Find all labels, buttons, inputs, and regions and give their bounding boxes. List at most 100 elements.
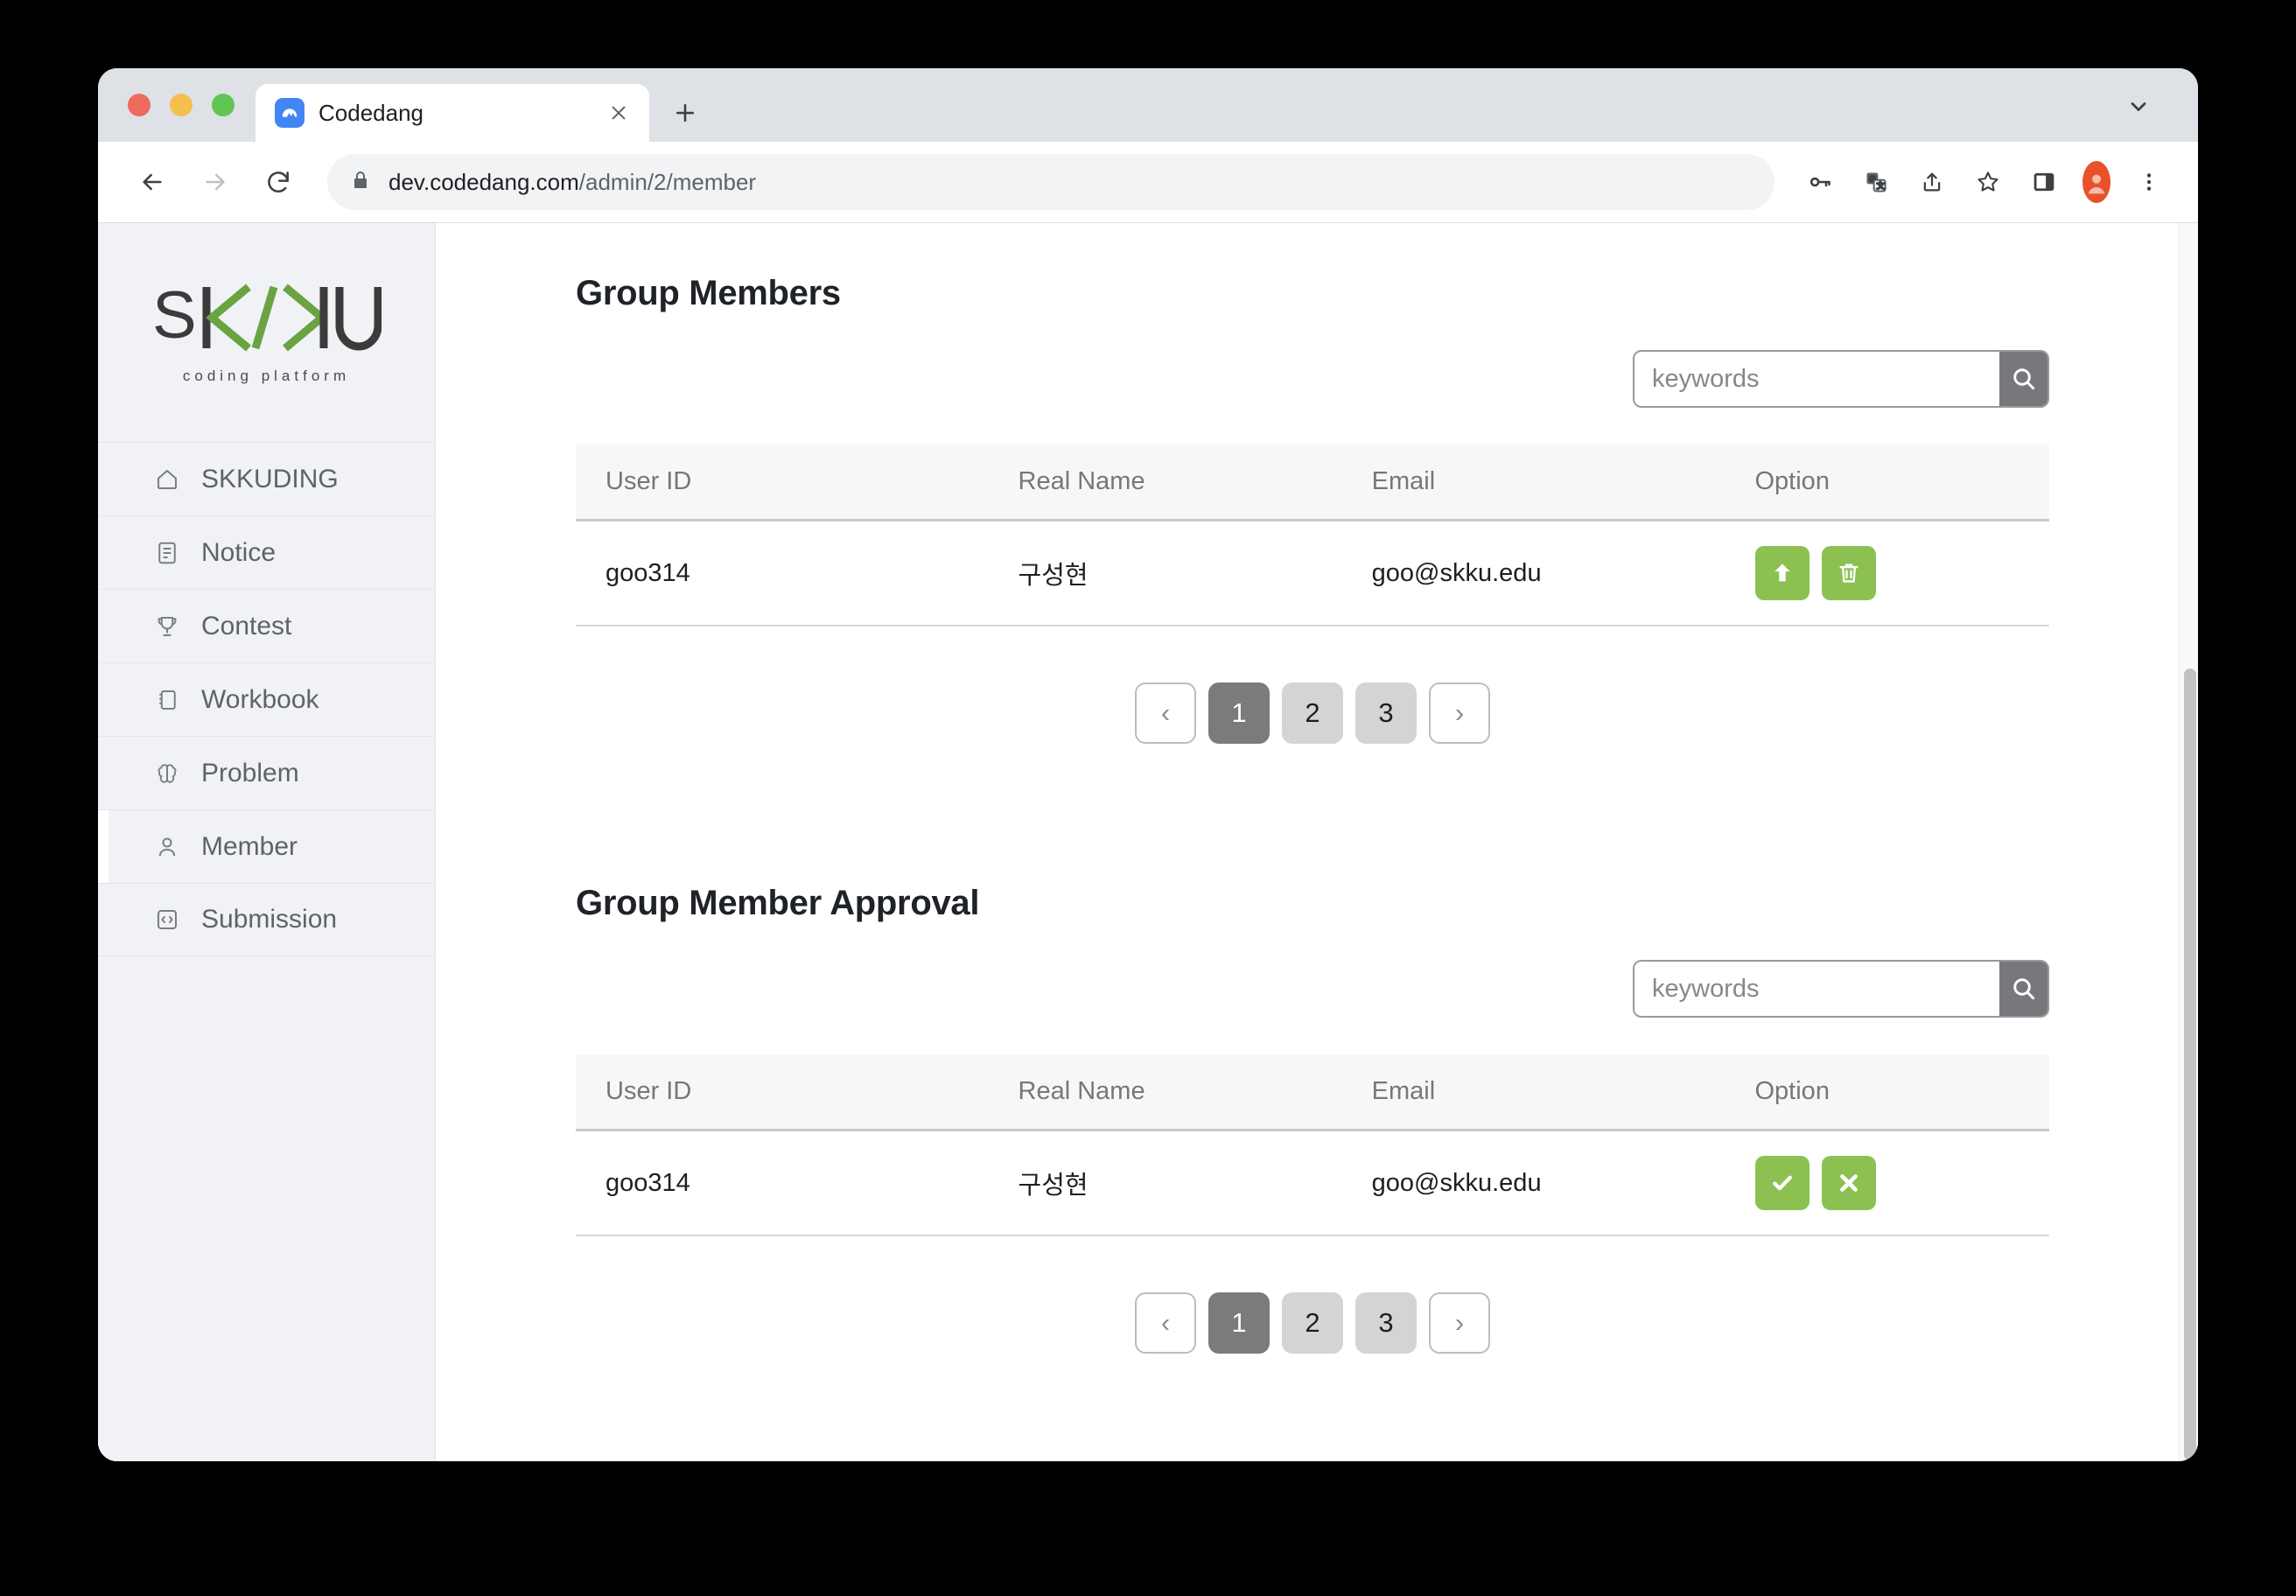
tab-title: Codedang xyxy=(318,99,424,126)
url-path: /admin/2/member xyxy=(578,168,757,195)
search-input[interactable] xyxy=(1634,352,1999,406)
logo-mark-icon: S xyxy=(152,280,382,353)
column-header-option: Option xyxy=(1725,1054,2049,1131)
promote-button[interactable] xyxy=(1754,546,1810,600)
side-panel-icon[interactable] xyxy=(2020,158,2068,206)
person-icon xyxy=(152,832,182,862)
cell-user-id: goo314 xyxy=(576,520,989,626)
column-header-option: Option xyxy=(1725,444,2049,522)
codedang-favicon-icon xyxy=(275,98,304,128)
column-header-user-id: User ID xyxy=(576,1054,989,1131)
sidebar-item-label: Member xyxy=(201,831,298,861)
logo-subtitle: coding platform xyxy=(182,368,351,384)
approval-search-button[interactable] xyxy=(1999,962,2048,1016)
scrollbar-thumb[interactable] xyxy=(2184,668,2196,1461)
pagination-page-3[interactable]: 3 xyxy=(1355,682,1417,744)
search-button[interactable] xyxy=(1999,352,2048,406)
pagination-next-button[interactable]: › xyxy=(1429,1292,1490,1354)
sidebar-item-notice[interactable]: Notice xyxy=(98,515,435,589)
sidebar-item-label: Problem xyxy=(201,758,299,788)
minimize-window-button[interactable] xyxy=(170,94,192,116)
option-buttons xyxy=(1754,1156,2050,1210)
home-icon xyxy=(152,465,182,494)
window-controls xyxy=(98,68,256,142)
search-box xyxy=(1633,350,2049,408)
share-icon[interactable] xyxy=(1908,158,1956,206)
sidebar-item-member[interactable]: Member xyxy=(98,809,435,883)
url-text: dev.codedang.com/admin/2/member xyxy=(388,169,756,196)
group-members-table: User ID Real Name Email Option goo314 구성… xyxy=(576,444,2049,626)
url-input[interactable]: dev.codedang.com/admin/2/member xyxy=(327,154,1774,210)
book-icon xyxy=(152,685,182,715)
table-header-row: User ID Real Name Email Option xyxy=(576,1054,2049,1131)
page-body: S coding platform SKKUDING Notice Contes… xyxy=(98,222,2198,1461)
document-icon xyxy=(152,538,182,568)
sidebar-item-label: Submission xyxy=(201,905,338,934)
approve-button[interactable] xyxy=(1754,1156,1810,1210)
forward-button[interactable] xyxy=(187,154,243,210)
pagination-page-3[interactable]: 3 xyxy=(1355,1292,1417,1354)
tab-strip: Codedang xyxy=(98,68,2198,142)
sidebar: S coding platform SKKUDING Notice Contes… xyxy=(98,223,436,1461)
bookmark-star-icon[interactable] xyxy=(1964,158,2012,206)
sidebar-nav: SKKUDING Notice Contest Workbook Problem… xyxy=(98,442,435,956)
reject-button[interactable] xyxy=(1821,1156,1876,1210)
close-tab-button[interactable] xyxy=(604,98,634,128)
brain-icon xyxy=(152,759,182,788)
cell-email: goo@skku.edu xyxy=(1341,1130,1726,1236)
sidebar-item-workbook[interactable]: Workbook xyxy=(98,662,435,736)
group-members-section: Group Members User ID xyxy=(436,274,2198,744)
tab-list-chevron-down-icon[interactable] xyxy=(2119,88,2158,126)
cell-option xyxy=(1725,1130,2050,1236)
address-bar-row: dev.codedang.com/admin/2/member G 文 xyxy=(98,142,2198,222)
pagination-page-1[interactable]: 1 xyxy=(1208,1292,1270,1354)
page-title: Group Members xyxy=(576,274,841,312)
pagination-next-button[interactable]: › xyxy=(1429,682,1490,744)
vertical-scrollbar[interactable] xyxy=(2179,223,2198,1461)
chrome-menu-icon[interactable] xyxy=(2124,158,2174,206)
new-tab-button[interactable] xyxy=(660,88,710,138)
delete-button[interactable] xyxy=(1821,546,1876,600)
column-header-user-id: User ID xyxy=(576,444,989,522)
approval-pagination: ‹ 1 2 3 › xyxy=(576,1292,2049,1354)
column-header-real-name: Real Name xyxy=(988,444,1342,522)
pagination-page-1[interactable]: 1 xyxy=(1208,682,1270,744)
pagination-prev-button[interactable]: ‹ xyxy=(1135,1292,1196,1354)
reload-button[interactable] xyxy=(250,154,306,210)
sidebar-item-submission[interactable]: Submission xyxy=(98,883,435,956)
profile-avatar[interactable] xyxy=(2076,161,2118,203)
svg-text:文: 文 xyxy=(1877,181,1885,191)
key-icon[interactable] xyxy=(1796,158,1844,206)
close-window-button[interactable] xyxy=(128,94,150,116)
table-row: goo314 구성현 goo@skku.edu xyxy=(576,1130,2049,1236)
cell-option xyxy=(1725,520,2049,626)
pagination-page-2[interactable]: 2 xyxy=(1282,682,1343,744)
approval-title: Group Member Approval xyxy=(576,884,980,922)
approval-search-row xyxy=(576,960,2049,1018)
browser-tab[interactable]: Codedang xyxy=(256,84,649,142)
sidebar-item-label: SKKUDING xyxy=(201,464,339,494)
approval-search-input[interactable] xyxy=(1634,962,1999,1016)
pagination-prev-button[interactable]: ‹ xyxy=(1135,682,1196,744)
pagination-page-2[interactable]: 2 xyxy=(1282,1292,1343,1354)
sidebar-item-label: Notice xyxy=(201,537,276,567)
group-member-approval-table: User ID Real Name Email Option goo314 구성… xyxy=(576,1054,2049,1236)
back-button[interactable] xyxy=(124,154,180,210)
browser-window: Codedang dev.codedang.com/admin/2/member… xyxy=(98,68,2198,1461)
toolbar-icons: G 文 xyxy=(1796,158,2174,206)
code-brackets-icon xyxy=(152,905,182,934)
cell-real-name: 구성현 xyxy=(988,520,1342,626)
sidebar-item-label: Contest xyxy=(201,611,292,640)
sidebar-item-label: Workbook xyxy=(201,684,319,714)
sidebar-item-problem[interactable]: Problem xyxy=(98,736,435,809)
maximize-window-button[interactable] xyxy=(212,94,234,116)
sidebar-item-skkuding[interactable]: SKKUDING xyxy=(98,442,435,515)
cell-email: goo@skku.edu xyxy=(1341,520,1726,626)
approval-search-box xyxy=(1633,960,2049,1018)
sidebar-item-contest[interactable]: Contest xyxy=(98,589,435,662)
svg-text:S: S xyxy=(152,280,195,353)
table-header-row: User ID Real Name Email Option xyxy=(576,444,2049,522)
skku-logo: S coding platform xyxy=(98,223,435,442)
column-header-email: Email xyxy=(1341,1054,1726,1131)
translate-icon[interactable]: G 文 xyxy=(1852,158,1900,206)
